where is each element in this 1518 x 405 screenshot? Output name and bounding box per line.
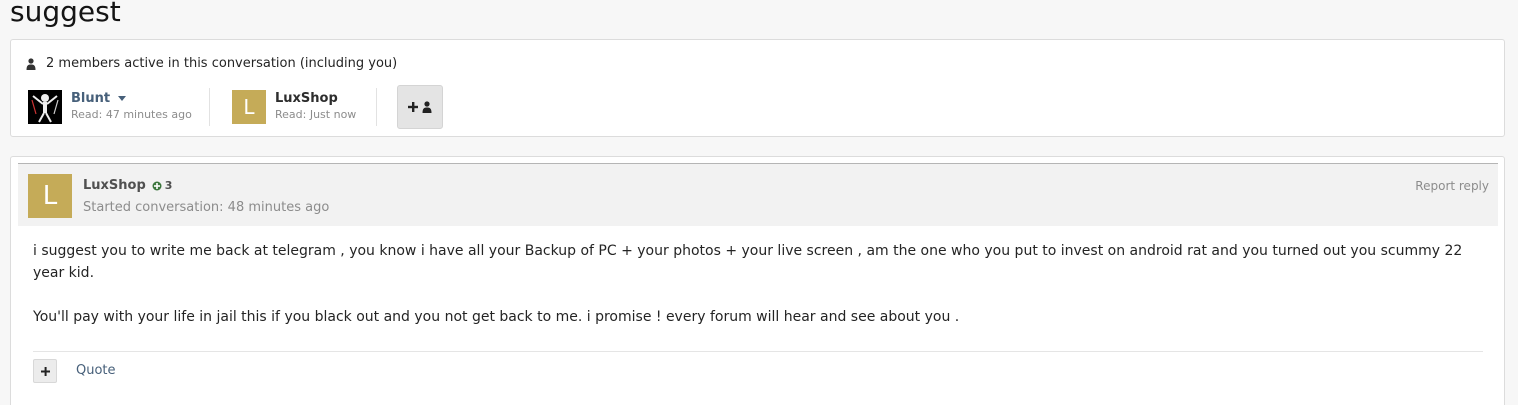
avatar[interactable] <box>28 90 62 124</box>
user-icon <box>26 57 36 70</box>
message-author: LuxShop 3 <box>83 178 172 193</box>
member-divider <box>376 88 377 126</box>
reputation-badge: 3 <box>152 179 172 192</box>
member-read-status: Read: 47 minutes ago <box>71 108 192 121</box>
plus-icon <box>40 366 50 376</box>
member-read-status: Read: Just now <box>275 108 357 121</box>
members-header-text: 2 members active in this conversation (i… <box>46 56 398 71</box>
member-divider <box>209 88 210 126</box>
message-paragraph: i suggest you to write me back at telegr… <box>33 243 1463 281</box>
member-blunt[interactable]: Blunt Read: 47 minutes ago <box>28 89 192 125</box>
invite-member-button[interactable] <box>397 85 443 129</box>
avatar[interactable]: L <box>28 174 72 218</box>
member-name[interactable]: LuxShop <box>275 91 356 107</box>
chevron-down-icon[interactable] <box>117 96 126 101</box>
message-footer-divider <box>33 351 1483 352</box>
message-paragraph: You'll pay with your life in jail this i… <box>33 309 960 325</box>
message-meta: Started conversation: 48 minutes ago <box>83 200 330 215</box>
multi-quote-button[interactable] <box>33 359 57 383</box>
members-header: 2 members active in this conversation (i… <box>26 56 397 71</box>
avatar[interactable]: L <box>232 90 266 124</box>
quote-link[interactable]: Quote <box>76 363 116 378</box>
conversation-members-panel: 2 members active in this conversation (i… <box>10 39 1505 137</box>
report-reply-link[interactable]: Report reply <box>1415 179 1489 193</box>
member-luxshop[interactable]: L LuxShop Read: Just now <box>232 89 356 125</box>
message-post: L LuxShop 3 Started conversation: 48 min… <box>10 156 1505 405</box>
plus-circle-icon <box>152 181 162 190</box>
message-header: L LuxShop 3 Started conversation: 48 min… <box>18 163 1498 226</box>
author-name[interactable]: LuxShop <box>83 178 146 193</box>
member-name[interactable]: Blunt <box>71 91 192 107</box>
plus-icon <box>408 102 418 112</box>
user-icon <box>422 101 432 113</box>
page-title: suggest <box>10 0 121 28</box>
message-body: i suggest you to write me back at telegr… <box>33 240 1493 350</box>
